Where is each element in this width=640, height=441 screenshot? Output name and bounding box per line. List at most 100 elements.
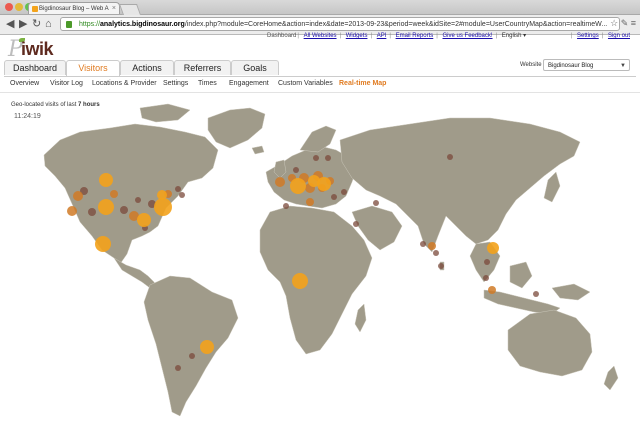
land-masses <box>43 103 619 417</box>
subnav-overview[interactable]: Overview <box>10 80 39 87</box>
website-label: Website <box>520 62 542 68</box>
africa <box>259 205 373 355</box>
tab-actions[interactable]: Actions <box>120 60 174 75</box>
subnav-times[interactable]: Times <box>198 80 217 87</box>
visit-marker[interactable] <box>341 189 347 195</box>
visit-marker[interactable] <box>95 236 111 252</box>
visit-marker[interactable] <box>189 353 195 359</box>
visit-marker[interactable] <box>353 221 359 227</box>
visit-marker[interactable] <box>67 206 77 216</box>
visit-marker[interactable] <box>420 241 426 247</box>
visit-marker[interactable] <box>438 263 444 269</box>
new-guinea <box>551 283 591 301</box>
website-selected-value: Bigdinosaur Blog <box>548 63 594 69</box>
visit-marker[interactable] <box>99 173 113 187</box>
visit-marker[interactable] <box>447 154 453 160</box>
visit-marker[interactable] <box>98 199 114 215</box>
lock-icon <box>66 21 72 28</box>
visit-marker[interactable] <box>292 273 308 289</box>
url-host: analytics.bigdinosaur.org <box>100 21 185 28</box>
visit-marker[interactable] <box>175 186 181 192</box>
link-email-reports[interactable]: Email Reports <box>396 33 434 39</box>
subnav-engagement[interactable]: Engagement <box>229 80 269 87</box>
piwik-logo[interactable]: P iwik <box>8 37 78 62</box>
visit-marker[interactable] <box>428 242 436 250</box>
borneo <box>509 261 533 289</box>
visit-marker[interactable] <box>283 203 289 209</box>
visit-marker[interactable] <box>317 177 331 191</box>
sub-nav: Overview Visitor Log Locations & Provide… <box>0 77 640 93</box>
japan <box>543 171 561 203</box>
piwik-favicon-icon <box>32 6 38 12</box>
realtime-clock: 11:24:19 <box>14 113 41 120</box>
subnav-realtime-map[interactable]: Real-time Map <box>339 80 386 87</box>
close-window-button[interactable] <box>5 3 13 11</box>
subnav-custom-variables[interactable]: Custom Variables <box>278 80 333 87</box>
link-dashboard[interactable]: Dashboard <box>267 33 296 39</box>
australia <box>507 309 593 377</box>
link-sign-out[interactable]: Sign out <box>608 33 630 39</box>
visit-marker[interactable] <box>88 208 96 216</box>
visit-marker[interactable] <box>135 197 141 203</box>
visit-marker[interactable] <box>290 178 306 194</box>
south-america <box>143 275 239 417</box>
map-caption: Geo-located visits of last 7 hours <box>11 102 100 108</box>
visit-marker[interactable] <box>325 155 331 161</box>
visit-marker[interactable] <box>487 242 499 254</box>
world-map[interactable] <box>4 93 636 441</box>
link-api[interactable]: API <box>377 33 387 39</box>
tab-referrers[interactable]: Referrers <box>174 60 231 75</box>
new-tab-button[interactable] <box>118 4 142 15</box>
language-selector[interactable]: English ▾ <box>502 33 526 39</box>
iceland <box>251 145 265 155</box>
visit-marker[interactable] <box>179 192 185 198</box>
visit-marker[interactable] <box>488 286 496 294</box>
visit-marker[interactable] <box>306 198 314 206</box>
map-caption-value: 7 hours <box>78 102 100 108</box>
visit-marker[interactable] <box>483 275 489 281</box>
website-selector[interactable]: Bigdinosaur Blog ▼ <box>543 59 630 71</box>
url-scheme: https:// <box>79 21 101 28</box>
link-all-websites[interactable]: All Websites <box>304 33 337 39</box>
visit-marker[interactable] <box>120 206 128 214</box>
browser-tab[interactable]: Bigdinosaur Blog – Web A × <box>28 2 120 14</box>
north-america <box>43 123 219 265</box>
tab-visitors[interactable]: Visitors <box>66 60 120 76</box>
visit-marker[interactable] <box>533 291 539 297</box>
map-caption-prefix: Geo-located visits of last <box>11 102 77 108</box>
visit-marker[interactable] <box>331 194 337 200</box>
visit-marker[interactable] <box>154 198 172 216</box>
minimize-window-button[interactable] <box>15 3 23 11</box>
subnav-locations-provider[interactable]: Locations & Provider <box>92 80 157 87</box>
subnav-visitor-log[interactable]: Visitor Log <box>50 80 83 87</box>
link-feedback[interactable]: Give us Feedback! <box>443 33 493 39</box>
visit-marker[interactable] <box>433 250 439 256</box>
visit-marker[interactable] <box>373 200 379 206</box>
close-tab-icon[interactable]: × <box>112 3 116 14</box>
subnav-settings[interactable]: Settings <box>163 80 188 87</box>
tab-dashboard[interactable]: Dashboard <box>4 60 66 75</box>
visit-marker[interactable] <box>293 167 299 173</box>
home-icon[interactable]: ⌂ <box>45 18 52 30</box>
top-links: Dashboard| All Websites | Widgets | API | E… <box>267 33 630 39</box>
visit-marker[interactable] <box>484 259 490 265</box>
visit-marker[interactable] <box>73 191 83 201</box>
forward-icon[interactable]: ▶ <box>19 18 27 30</box>
tab-goals[interactable]: Goals <box>231 60 279 75</box>
reload-icon[interactable]: ↻ <box>32 18 41 30</box>
visit-marker[interactable] <box>157 190 167 200</box>
back-icon[interactable]: ◀ <box>6 18 14 30</box>
visit-marker[interactable] <box>275 177 285 187</box>
indonesia <box>483 289 561 315</box>
madagascar <box>354 303 367 333</box>
visit-marker[interactable] <box>137 213 151 227</box>
visit-marker[interactable] <box>200 340 214 354</box>
new-zealand <box>603 365 619 391</box>
address-bar[interactable]: https://analytics.bigdinosaur.org/index.… <box>60 17 620 31</box>
visit-marker[interactable] <box>110 190 118 198</box>
link-settings[interactable]: Settings <box>577 33 599 39</box>
browser-menu-icons[interactable]: ☆ ✎ ≡ <box>610 18 636 29</box>
visit-marker[interactable] <box>313 155 319 161</box>
link-widgets[interactable]: Widgets <box>346 33 368 39</box>
visit-marker[interactable] <box>175 365 181 371</box>
